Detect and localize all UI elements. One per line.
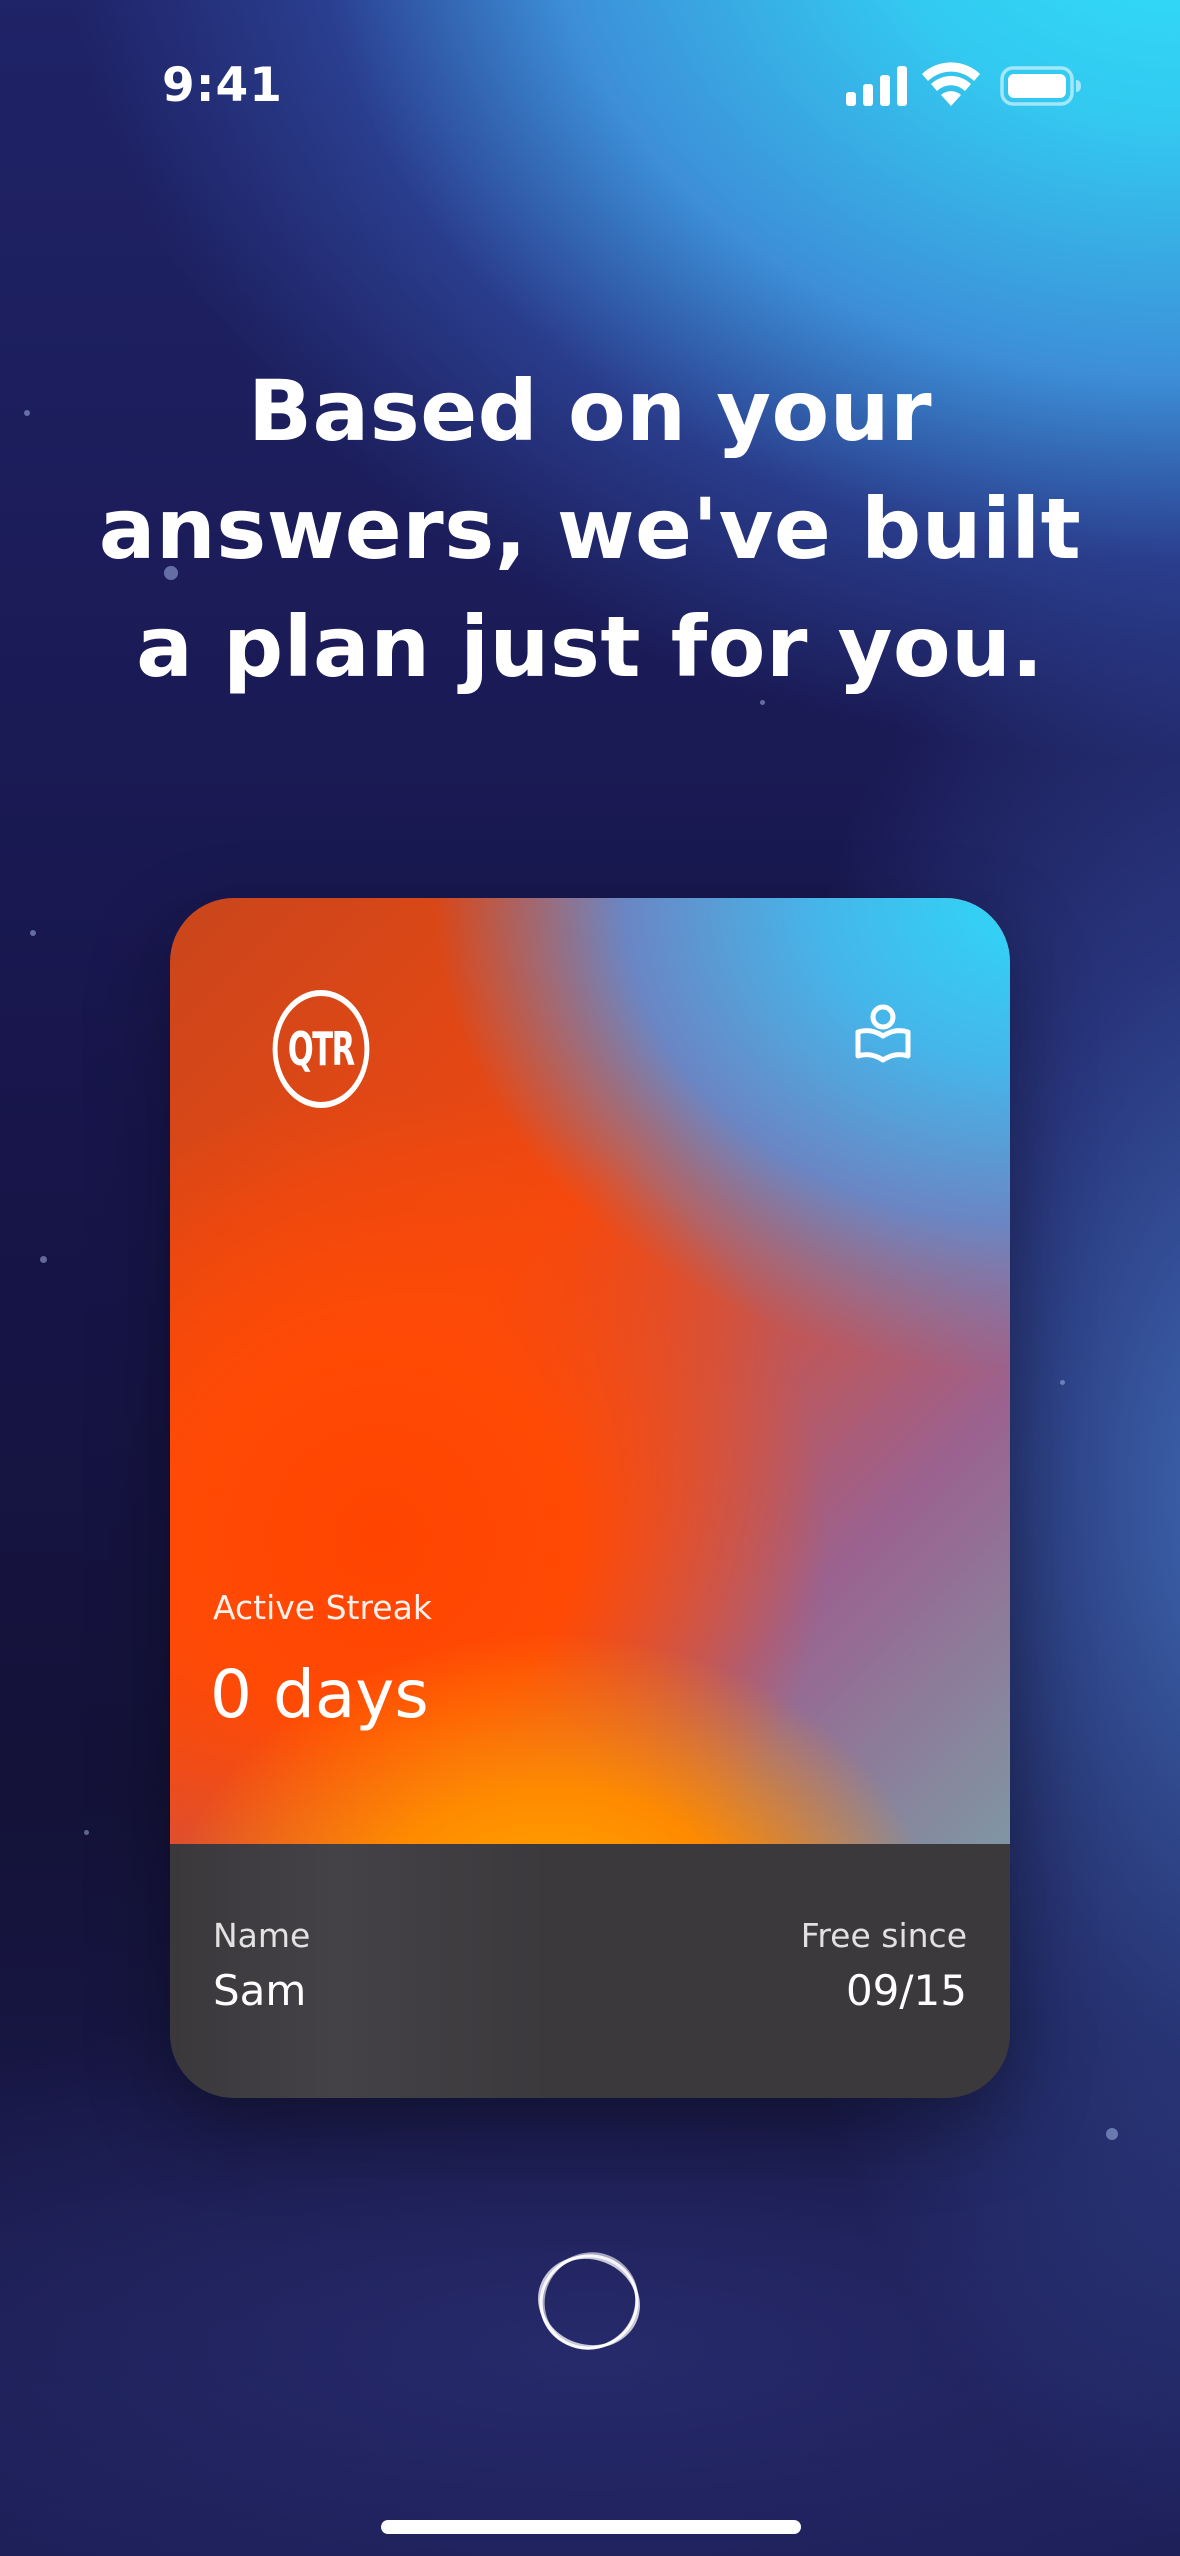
name-label: Name xyxy=(213,1916,311,1955)
battery-icon xyxy=(1000,66,1081,106)
reader-book-icon xyxy=(855,1004,911,1063)
star-speck xyxy=(40,1256,47,1263)
home-indicator[interactable] xyxy=(381,2520,801,2534)
free-since-value: 09/15 xyxy=(845,1966,967,2015)
status-bar: 9:41 xyxy=(0,0,1180,170)
star-speck xyxy=(30,930,36,936)
star-speck xyxy=(84,1830,89,1835)
star-speck xyxy=(24,410,30,416)
streak-value: 0 days xyxy=(210,1656,429,1733)
free-since-label: Free since xyxy=(800,1916,967,1955)
plan-card: QTR Active Streak 0 days Name Sam Free s… xyxy=(170,898,1010,2098)
qtr-logo: QTR xyxy=(272,990,370,1108)
plan-ready-screen: 9:41 Based on your answers, we've built … xyxy=(0,0,1180,2556)
streak-label: Active Streak xyxy=(213,1588,432,1627)
star-speck xyxy=(1106,2128,1118,2140)
qtr-logo-text: QTR xyxy=(288,1022,355,1076)
orbit-circle-icon xyxy=(538,2252,640,2350)
continue-button[interactable] xyxy=(532,2248,646,2356)
headline: Based on your answers, we've built a pla… xyxy=(98,362,1082,696)
signal-icon xyxy=(846,66,907,106)
wifi-icon xyxy=(922,62,980,106)
star-speck xyxy=(1060,1380,1065,1385)
name-value: Sam xyxy=(213,1966,307,2015)
status-time: 9:41 xyxy=(162,58,283,113)
